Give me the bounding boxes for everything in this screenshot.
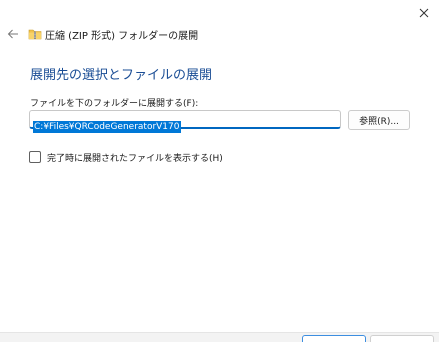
browse-button[interactable]: 参照(R)... [348,110,410,130]
dialog-header: 圧縮 (ZIP 形式) フォルダーの展開 [0,24,439,44]
zip-folder-icon [28,29,42,40]
dialog-footer [0,332,439,342]
cancel-button[interactable] [370,335,434,342]
dialog-title: 圧縮 (ZIP 形式) フォルダーの展開 [45,31,199,42]
show-files-option[interactable]: 完了時に展開されたファイルを表示する(H) [29,150,223,164]
back-button[interactable] [5,26,21,42]
destination-path-input[interactable]: C:¥Files¥QRCodeGeneratorV170 [29,110,341,133]
destination-label: ファイルを下のフォルダーに展開する(F): [30,99,199,109]
destination-path-value: C:¥Files¥QRCodeGeneratorV170 [33,121,181,133]
back-arrow-icon [7,29,18,39]
show-files-label: 完了時に展開されたファイルを表示する(H) [47,153,223,164]
show-files-checkbox[interactable] [29,151,41,163]
extract-dialog: 圧縮 (ZIP 形式) フォルダーの展開 展開先の選択とファイルの展開 ファイル… [0,0,439,342]
close-icon [419,8,429,18]
extract-button[interactable] [302,335,366,342]
close-button[interactable] [409,0,439,26]
page-heading: 展開先の選択とファイルの展開 [30,68,213,83]
